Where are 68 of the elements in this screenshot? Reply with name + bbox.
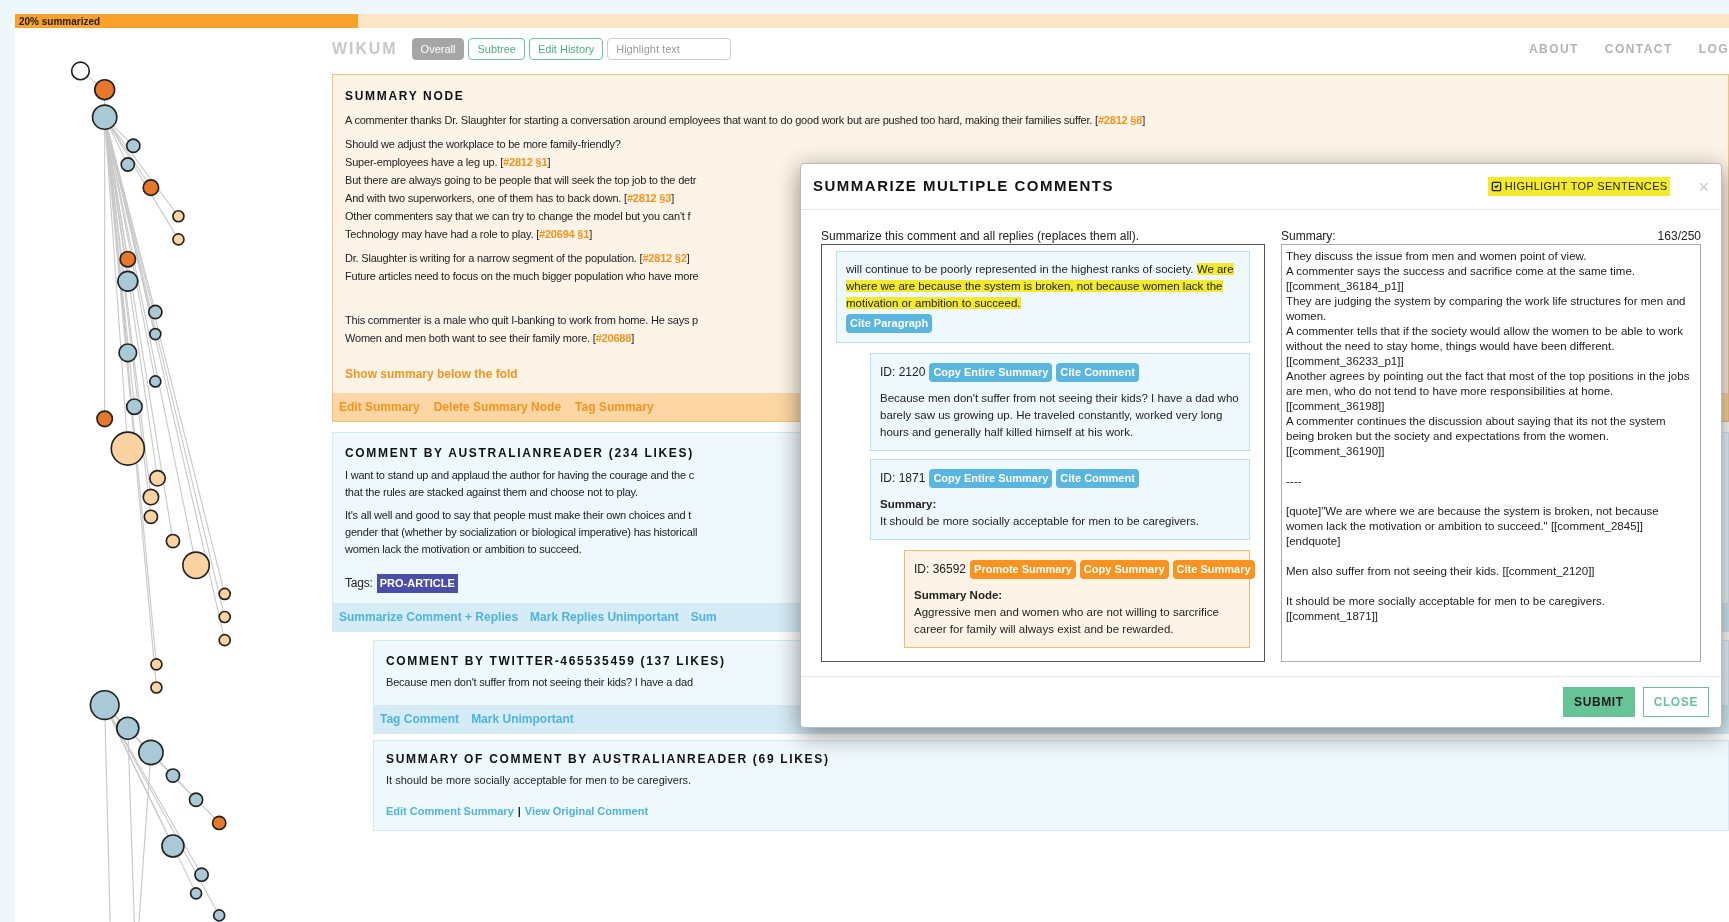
- summary-action-link[interactable]: Delete Summary Node: [433, 398, 562, 416]
- comment-action-link[interactable]: Tag Comment: [380, 710, 460, 728]
- action-button[interactable]: Cite Comment: [1056, 363, 1139, 382]
- action-button[interactable]: Copy Entire Summary: [929, 469, 1053, 488]
- card-title: SUMMARY OF COMMENT BY AUSTRALIANREADER (69 LIKES): [386, 751, 830, 768]
- summary-line: Women and men both want to see their family more. [#20688]: [345, 331, 635, 346]
- comment-action-link[interactable]: Mark Unimportant: [471, 710, 574, 728]
- action-button[interactable]: Copy Entire Summary: [929, 363, 1053, 382]
- summary-line: Super-employees have a leg up. [#2812 §1]: [345, 155, 551, 170]
- nav-link[interactable]: LOG: [1698, 40, 1729, 58]
- view-tab[interactable]: Overall: [411, 38, 465, 60]
- checkbox-icon: [1490, 181, 1502, 192]
- summary-textarea[interactable]: They discuss the issue from men and women point of view. A commenter says the success and sacrifice come at the same time. [[comment_36184_p1]] They are judging the system by comparing the work life structures for men and women. A commenter tells that if the society would allow the women to be able to work without the need to stay home, things would have been different. [[comment_36233_p1]] Another agrees by pointing out the fact that most of the top positions in the jobs are men, who do not tend to have more responsibilities at home. [[comment_36198]] A commenter continues the discussion about saying that its not the system being broken but the society and expectations from the women. [[comment_36190]] ---- [quote]"We are where we are because the system is broken, not because women lack the motivation or ambition to succeed." [[comment_2845]] [endquote] Men also suffer from not seeing their kids. [[comment_2120]] It should be more socially acceptable for men to be caregivers. [[comment_1871]]: [1281, 244, 1701, 662]
- comment-id: ID: 2120: [880, 364, 926, 381]
- view-tab[interactable]: Edit History: [528, 38, 604, 60]
- comment-action-link[interactable]: Mark Replies Unimportant: [530, 608, 679, 626]
- comment-action-link[interactable]: Summarize Comment + Replies: [339, 608, 519, 626]
- summary-line: And with two superworkers, one of them has to back down. [#2812 §3]: [345, 191, 675, 206]
- action-button[interactable]: Cite Comment: [1056, 469, 1139, 488]
- summary-line: But there are always going to be people that will seek the top job to the detr: [345, 173, 697, 188]
- action-button[interactable]: Copy Summary: [1079, 560, 1169, 579]
- comment-text: It's all well and good to say that people must make their own choices and t gender that (whether by socialization or biological imperative) has historicall women lack the motivation or ambition to succeed.: [345, 508, 698, 557]
- highlight-toggle[interactable]: HIGHLIGHT TOP SENTENCES: [1487, 177, 1671, 196]
- action-button[interactable]: Cite Paragraph: [846, 314, 933, 333]
- view-tab[interactable]: Subtree: [468, 38, 525, 60]
- summary-line: Other commenters say that we can try to change the model but you can't f: [345, 209, 691, 224]
- summary-line: This commenter is a male who quit I-banking to work from home. He says p: [345, 313, 699, 328]
- action-button[interactable]: Promote Summary: [970, 560, 1076, 579]
- comment-text: will continue to be poorly represented in the highest ranks of society. We are where we are because the system is broken, not because women lack the motivation or ambition to succeed.: [846, 262, 1235, 311]
- edit-summary-link[interactable]: Edit Comment Summary: [386, 803, 514, 820]
- citation-link[interactable]: #2812 §2: [642, 252, 687, 264]
- nav-link[interactable]: CONTACT: [1604, 40, 1673, 58]
- action-button[interactable]: Cite Summary: [1172, 560, 1255, 579]
- card-title: SUMMARY NODE: [345, 88, 465, 105]
- summary-text: It should be more socially acceptable for men to be caregivers.: [386, 773, 693, 788]
- highlight-field[interactable]: Highlight text: [607, 38, 732, 60]
- comment-text: Aggressive men and women who are not willing to sarcrifice career for family will always exist and be rewarded.: [914, 605, 1220, 637]
- tag[interactable]: PRO-ARTICLE: [376, 574, 458, 593]
- instructions-text: Summarize this comment and all replies (replaces them all).: [821, 228, 1141, 244]
- progress-label: 20% summarized: [19, 14, 101, 29]
- summary-action-link[interactable]: Tag Summary: [575, 398, 654, 416]
- tags-label: Tags:: [345, 575, 373, 592]
- nav-link[interactable]: ABOUT: [1528, 40, 1579, 58]
- summary-line: A commenter thanks Dr. Slaughter for starting a conversation around employees that want to do good work but are pushed too hard, making their families suffer. [#2812 §8]: [345, 113, 1146, 128]
- card-title: COMMENT BY AUSTRALIANREADER (234 LIKES): [345, 445, 694, 462]
- link-separator: |: [517, 804, 521, 819]
- summary-line: Future articles need to focus on the much bigger population who have more: [345, 269, 699, 284]
- comment-text: Because men don't suffer from not seeing their kids? I have a dad who barely saw us growing up. He traveled constantly, worked very long hours and generally half killed himself at his work.: [880, 391, 1240, 440]
- summary-line: Should we adjust the workplace to be more family-friendly?: [345, 137, 621, 152]
- comment-text: I want to stand up and applaud the author for having the courage and the c that the rules are stacked against them and choose not to play.: [345, 468, 695, 500]
- view-original-link[interactable]: View Original Comment: [524, 803, 649, 820]
- comment-id: ID: 1871: [880, 470, 926, 487]
- comment-id: ID: 36592: [914, 561, 967, 578]
- comment-text: It should be more socially acceptable for men to be caregivers.: [880, 514, 1200, 529]
- show-more-link[interactable]: Show summary below the fold: [345, 365, 518, 383]
- submit-button[interactable]: SUBMIT: [1563, 687, 1635, 717]
- card-title: COMMENT BY TWITTER-465535459 (137 LIKES): [386, 653, 726, 670]
- comment-action-link[interactable]: Sum: [690, 608, 717, 626]
- summary-action-link[interactable]: Edit Summary: [339, 398, 420, 416]
- dialog-title: SUMMARIZE MULTIPLE COMMENTS: [813, 176, 1115, 197]
- summary-label: Summary:: [1281, 228, 1336, 244]
- summary-line: Technology may have had a role to play. [#20694 §1]: [345, 227, 593, 242]
- summary-label: Summary Node:: [914, 588, 1003, 603]
- summary-line: Dr. Slaughter is writing for a narrow segment of the population. [#2812 §2]: [345, 251, 690, 266]
- character-count: 163/250: [1657, 228, 1701, 244]
- close-button[interactable]: CLOSE: [1642, 687, 1709, 717]
- comment-text: Because men don't suffer from not seeing their kids? I have a dad: [386, 675, 694, 690]
- summary-label: Summary:: [880, 497, 937, 512]
